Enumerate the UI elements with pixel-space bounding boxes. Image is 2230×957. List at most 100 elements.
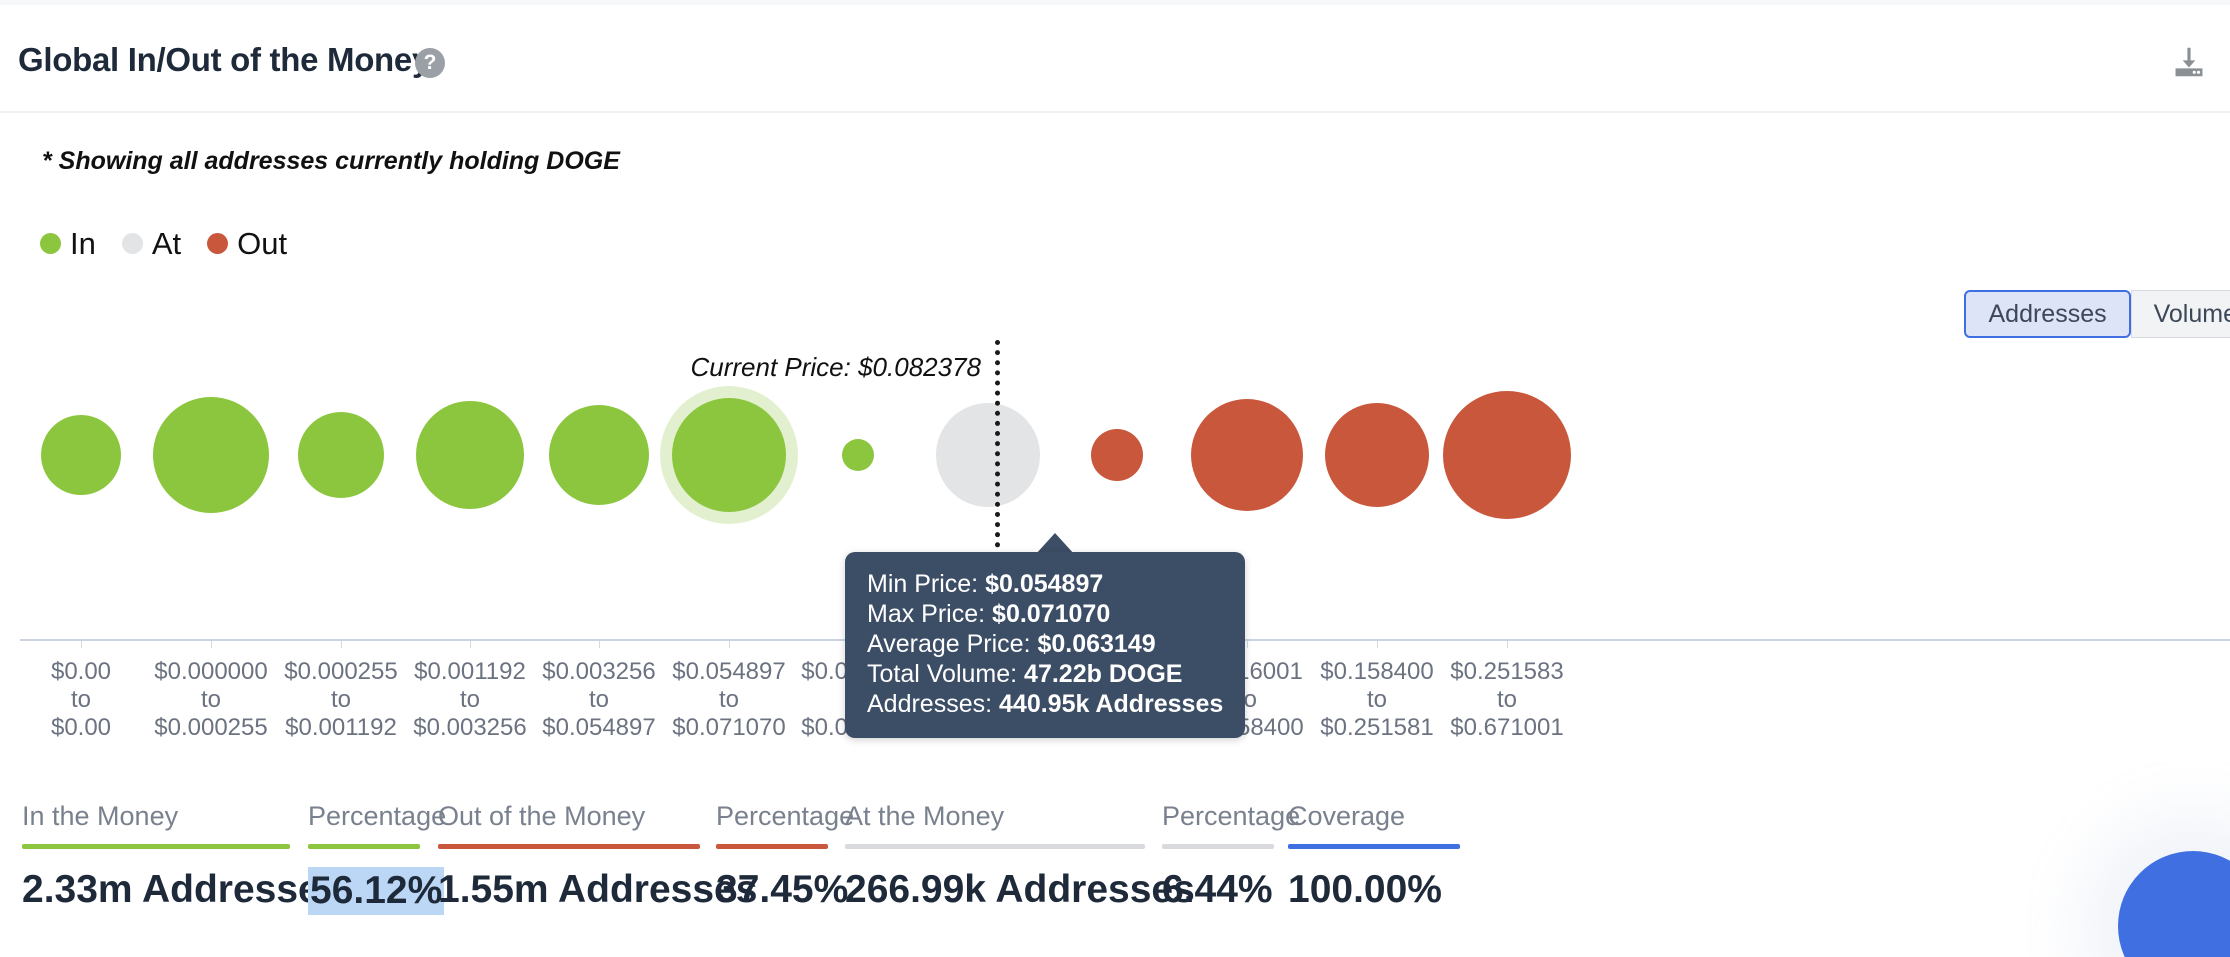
x-axis-label-line: to: [1366, 686, 1388, 713]
chart-panel: Global In/Out of the Money ? * Showing a…: [0, 0, 2230, 957]
x-axis-label-line: $0.00: [50, 658, 112, 685]
x-axis-label-line: $0.000000: [154, 658, 268, 685]
bubble-in-1[interactable]: [153, 397, 269, 513]
x-axis-tick: [1247, 641, 1248, 648]
legend-item-out[interactable]: Out: [207, 228, 287, 259]
tooltip-row-min-price: Min Price: $0.054897: [867, 569, 1223, 599]
x-axis-label-line: $0.671001: [1450, 714, 1564, 741]
stat-rule: [845, 844, 1145, 849]
x-axis-label-line: to: [70, 686, 91, 713]
bubble-in-3[interactable]: [416, 401, 524, 509]
stat-card: In the Money 2.33m Addresses: [22, 800, 341, 913]
chart-legend: In At Out: [40, 228, 313, 259]
tooltip-value-total-volume: 47.22b DOGE: [1024, 660, 1183, 688]
stat-card: Percentage 37.45%: [716, 800, 854, 913]
x-axis-label-line: $0.001192: [414, 658, 526, 685]
stat-card: Percentage 6.44%: [1162, 800, 1300, 913]
x-axis-label-line: $0.003256: [413, 714, 527, 741]
x-axis-label-line: to: [330, 686, 352, 713]
tooltip-label-average-price: Average Price:: [867, 630, 1031, 658]
x-axis-label-line: $0.000255: [284, 658, 398, 685]
legend-label-out: Out: [237, 226, 288, 261]
bubble-out-8[interactable]: [1091, 429, 1143, 481]
current-price-line: [995, 340, 1000, 588]
stat-value: 2.33m Addresses: [22, 868, 342, 911]
summary-stats: In the Money 2.33m Addresses Percentage 56.…: [0, 800, 2230, 957]
x-axis-label: $0.000000 to $0.000255: [154, 658, 267, 742]
stat-rule: [22, 844, 290, 849]
stat-card: At the Money 266.99k Addresses: [845, 800, 1195, 913]
bubble-in-5[interactable]: [672, 398, 786, 512]
stat-value: 1.55m Addresses: [438, 868, 758, 911]
x-axis-tick: [81, 641, 82, 648]
bubble-in-0[interactable]: [41, 415, 121, 495]
x-axis-label-line: $0.251583: [1450, 658, 1564, 685]
x-axis-label-line: $0.003256: [542, 658, 656, 685]
x-axis-label-line: $0.251581: [1320, 714, 1434, 741]
x-axis-tick: [211, 641, 212, 648]
current-price-label: Current Price: $0.082378: [690, 352, 981, 382]
x-axis-label: $0.054897 to $0.071070: [672, 658, 785, 742]
x-axis-label-line: $0.054897: [542, 714, 656, 741]
x-axis-label: $0.158400 to $0.251581: [1320, 658, 1433, 742]
stat-value: 37.45%: [716, 868, 849, 911]
tooltip-label-min-price: Min Price:: [867, 570, 979, 598]
download-icon[interactable]: [2170, 43, 2208, 81]
tooltip-row-addresses: Addresses: 440.95k Addresses: [867, 689, 1223, 719]
stat-card: Coverage 100.00%: [1288, 800, 1460, 913]
legend-item-at[interactable]: At: [121, 226, 182, 261]
x-axis-tick: [729, 641, 730, 648]
legend-item-in[interactable]: In: [40, 228, 96, 259]
stat-label: Coverage: [1288, 801, 1406, 831]
panel-header: Global In/Out of the Money ?: [0, 5, 2230, 113]
stat-value: 56.12%: [308, 867, 445, 915]
x-axis-label-line: $0.001192: [285, 714, 397, 741]
tooltip-label-max-price: Max Price:: [867, 600, 986, 628]
tooltip-row-max-price: Max Price: $0.071070: [867, 599, 1223, 629]
toggle-addresses[interactable]: Addresses: [1964, 290, 2131, 338]
tooltip-label-addresses: Addresses:: [867, 690, 993, 718]
stat-rule: [716, 844, 828, 849]
metric-toggle-group: Addresses Volume: [1964, 290, 2230, 338]
x-axis-label: $0.000255 to $0.001192: [284, 658, 397, 742]
x-axis-label-line: $0.054897: [672, 658, 786, 685]
stat-rule: [308, 844, 420, 849]
bubble-at-7[interactable]: [936, 403, 1040, 507]
bubble-in-6[interactable]: [842, 439, 874, 471]
stat-label: Percentage: [716, 801, 855, 831]
tooltip-value-max-price: $0.071070: [992, 600, 1111, 628]
toggle-volume[interactable]: Volume: [2130, 290, 2230, 338]
legend-label-at: At: [151, 226, 182, 261]
x-axis-label-line: $0.00: [50, 714, 112, 741]
bubble-tooltip: Min Price: $0.054897 Max Price: $0.07107…: [845, 552, 1245, 738]
x-axis-label-line: to: [588, 686, 610, 713]
bubble-in-4[interactable]: [549, 405, 649, 505]
legend-dot-at-icon: [121, 233, 143, 254]
bubble-out-9[interactable]: [1191, 399, 1303, 511]
x-axis-label: $0.251583 to $0.671001: [1450, 658, 1563, 742]
x-axis-tick: [1507, 641, 1508, 648]
x-axis-label-line: to: [200, 686, 222, 713]
stat-value: 6.44%: [1162, 868, 1273, 911]
x-axis-label-line: to: [718, 686, 740, 713]
stat-label: Percentage: [308, 801, 447, 831]
stat-card: Percentage 56.12%: [308, 800, 446, 915]
stat-rule: [1288, 844, 1460, 849]
question-mark-icon[interactable]: ?: [415, 48, 445, 78]
x-axis-label-line: $0.158400: [1320, 658, 1434, 685]
x-axis-label-line: to: [1496, 686, 1518, 713]
stat-rule: [1162, 844, 1274, 849]
bubble-out-10[interactable]: [1325, 403, 1429, 507]
bubble-in-2[interactable]: [298, 412, 384, 498]
stat-rule: [438, 844, 700, 849]
stat-label: Percentage: [1162, 801, 1301, 831]
stat-label: Out of the Money: [438, 801, 646, 831]
legend-dot-in-icon: [40, 233, 61, 254]
bubble-out-11[interactable]: [1443, 391, 1571, 519]
x-axis-tick: [470, 641, 471, 648]
x-axis-label-line: $0.071070: [672, 714, 786, 741]
legend-dot-out-icon: [207, 233, 229, 254]
tooltip-value-average-price: $0.063149: [1037, 630, 1156, 658]
stat-value: 266.99k Addresses: [845, 868, 1195, 911]
stat-value: 100.00%: [1288, 868, 1442, 911]
